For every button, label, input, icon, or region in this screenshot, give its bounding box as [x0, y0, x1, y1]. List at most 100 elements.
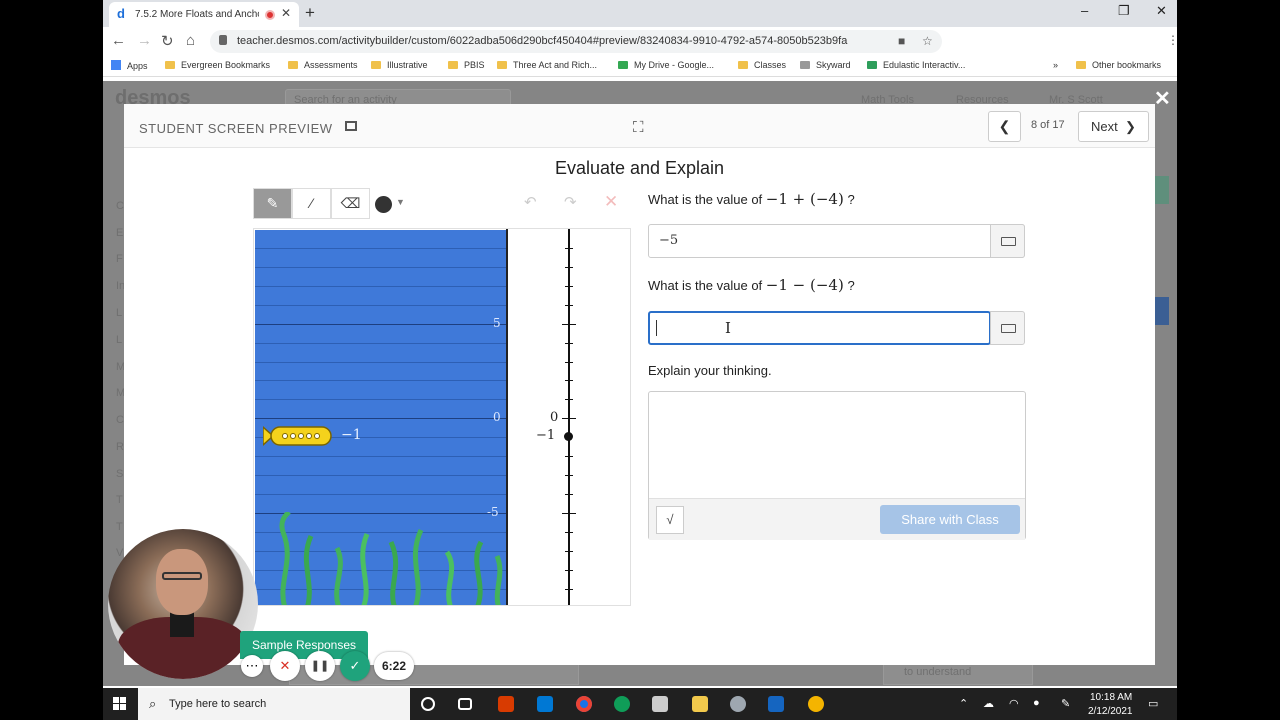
gridline: [255, 362, 507, 363]
background-text: T: [116, 521, 123, 533]
line-icon: ⁄: [310, 195, 313, 211]
ocean-graph: 5 0 -5 −1: [255, 230, 507, 605]
taskbar-search[interactable]: ⌕ Type here to search: [138, 688, 410, 720]
notification-icon[interactable]: ▭: [1148, 697, 1158, 710]
sketch-canvas[interactable]: 5 0 -5 −1 0 −1: [253, 228, 631, 606]
pen-icon[interactable]: ✎: [1061, 697, 1070, 710]
bookmark-item[interactable]: Evergreen Bookmarks: [165, 60, 270, 70]
number-line-tick: [565, 475, 573, 476]
bookmark-item[interactable]: Three Act and Rich...: [497, 60, 597, 70]
close-window-button[interactable]: ✕: [1156, 3, 1167, 19]
bookmark-item[interactable]: Illustrative: [371, 60, 428, 70]
other-bookmarks[interactable]: Other bookmarks: [1076, 60, 1161, 70]
explain-textarea[interactable]: √ Share with Class: [648, 391, 1026, 540]
folder-icon: [288, 61, 298, 69]
chrome-icon[interactable]: [576, 696, 592, 712]
color-picker-swatch[interactable]: [375, 196, 392, 213]
answer-2-input[interactable]: [648, 311, 991, 345]
background-text: C: [116, 200, 124, 212]
number-line-tick: [565, 551, 573, 552]
bookmark-item[interactable]: Classes: [738, 60, 786, 70]
new-tab-button[interactable]: +: [305, 3, 315, 23]
background-text: S: [116, 468, 124, 480]
redo-icon[interactable]: ↷: [564, 193, 577, 211]
insert-math-button[interactable]: √: [656, 506, 684, 534]
reload-icon[interactable]: ↻: [161, 32, 174, 50]
number-line-point: [564, 432, 573, 441]
finish-recording-button[interactable]: ✓: [340, 651, 370, 681]
gridline: [255, 456, 507, 457]
bookmarks-overflow-button[interactable]: »: [1053, 60, 1058, 70]
camera-icon[interactable]: ■: [898, 34, 905, 48]
background-text: E: [116, 227, 124, 239]
tray-chevron-icon[interactable]: ⌃: [959, 697, 968, 710]
cloud-icon[interactable]: ☁: [983, 697, 994, 710]
store-icon[interactable]: [652, 696, 668, 712]
fullscreen-icon[interactable]: ⛶: [633, 119, 644, 136]
search-icon: ⌕: [149, 696, 157, 711]
task-view-icon[interactable]: [458, 698, 472, 710]
next-screen-button[interactable]: Next ❯: [1078, 111, 1149, 142]
bookmark-item[interactable]: PBIS: [448, 60, 485, 70]
pause-recording-button[interactable]: ❚❚: [305, 651, 335, 681]
mail-icon[interactable]: [537, 696, 553, 712]
bookmark-item[interactable]: Assessments: [288, 60, 358, 70]
gridline: [255, 286, 507, 287]
eraser-tool-button[interactable]: ⌫: [331, 188, 370, 219]
undo-icon[interactable]: ↶: [524, 193, 537, 211]
pencil-tool-button[interactable]: ✎: [253, 188, 292, 219]
keyboard-icon: [1001, 237, 1016, 246]
previous-screen-button[interactable]: ❮: [988, 111, 1021, 142]
start-button[interactable]: [113, 697, 127, 711]
address-bar[interactable]: teacher.desmos.com/activitybuilder/custo…: [210, 30, 942, 53]
bookmark-star-icon[interactable]: ☆: [922, 34, 933, 48]
close-tab-icon[interactable]: ✕: [281, 6, 291, 20]
desmos-favicon-icon: d: [117, 6, 125, 21]
close-overlay-icon[interactable]: ✕: [1154, 86, 1171, 111]
webcam-video: [108, 529, 258, 679]
discard-recording-button[interactable]: ✕: [270, 651, 300, 681]
edge-icon[interactable]: [614, 696, 630, 712]
answer-1-value: −5: [659, 233, 679, 248]
wifi-icon[interactable]: ◠: [1009, 697, 1019, 710]
keyboard-icon: [1001, 324, 1016, 333]
bookmark-item[interactable]: My Drive - Google...: [618, 60, 714, 70]
app-icon[interactable]: [730, 696, 746, 712]
app-icon[interactable]: [768, 696, 784, 712]
line-tool-button[interactable]: ⁄: [292, 188, 331, 219]
bookmark-item[interactable]: Skyward: [800, 60, 851, 70]
math-keyboard-button[interactable]: [990, 224, 1025, 258]
chrome-menu-icon[interactable]: ⋮: [1167, 33, 1177, 47]
home-icon[interactable]: ⌂: [186, 32, 195, 49]
office-icon[interactable]: [498, 696, 514, 712]
popout-icon[interactable]: [345, 121, 357, 131]
back-icon[interactable]: ←: [111, 32, 126, 49]
taskbar-date: 2/12/2021: [1088, 706, 1133, 717]
restore-button[interactable]: ❐: [1118, 3, 1130, 19]
answer-1-input[interactable]: −5: [648, 224, 1025, 258]
cortana-icon[interactable]: [421, 697, 435, 711]
bookmark-item[interactable]: Edulastic Interactiv...: [867, 60, 965, 70]
pause-icon: ❚❚: [310, 660, 330, 672]
share-with-class-button[interactable]: Share with Class: [880, 505, 1020, 534]
minimize-button[interactable]: –: [1081, 3, 1088, 18]
more-options-button[interactable]: ⋯: [241, 655, 263, 677]
sqrt-icon: √: [666, 512, 674, 527]
forward-icon[interactable]: →: [137, 32, 152, 49]
microphone-icon[interactable]: ●: [1033, 697, 1040, 709]
question-text: What is the value of: [648, 192, 766, 207]
recording-timer: 6:22: [374, 652, 414, 680]
screen-title: Evaluate and Explain: [554, 158, 725, 178]
number-line-tick: [562, 324, 576, 325]
chevron-down-icon[interactable]: ▼: [396, 197, 405, 207]
check-icon: ✓: [349, 658, 361, 673]
file-explorer-icon[interactable]: [692, 696, 708, 712]
browser-tab[interactable]: d 7.5.2 More Floats and Ancho ✕: [109, 2, 299, 27]
bookmark-apps[interactable]: Apps: [111, 60, 148, 71]
gridline: [255, 267, 507, 268]
math-keyboard-button[interactable]: [990, 311, 1025, 345]
clear-sketch-icon[interactable]: ✕: [604, 192, 618, 212]
app-icon[interactable]: [808, 696, 824, 712]
skyward-icon: [800, 61, 810, 69]
background-text: C: [116, 414, 124, 426]
